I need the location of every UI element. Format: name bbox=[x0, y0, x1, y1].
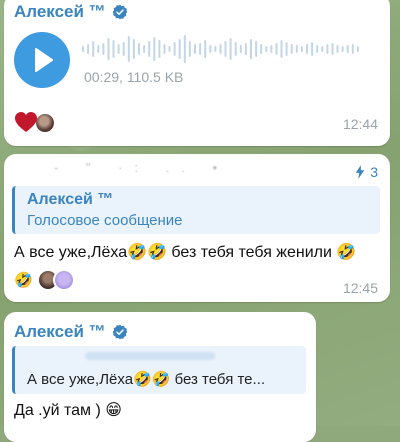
waveform-bar bbox=[122, 42, 125, 56]
waveform-bar bbox=[97, 45, 100, 53]
verified-badge-icon bbox=[112, 324, 128, 340]
waveform-bar bbox=[290, 44, 293, 54]
play-icon bbox=[35, 48, 53, 72]
waveform-bar bbox=[300, 46, 303, 52]
message-time: 12:44 bbox=[342, 116, 378, 132]
waveform-bar bbox=[295, 45, 298, 53]
sender-name[interactable]: Алексей ™ bbox=[14, 2, 128, 22]
reactions-row[interactable]: 🤣 bbox=[14, 269, 75, 291]
reaction-rofl[interactable]: 🤣 bbox=[14, 271, 33, 289]
waveform-bar bbox=[316, 45, 319, 53]
waveform-bar bbox=[321, 46, 324, 52]
waveform-bar bbox=[229, 38, 232, 60]
reply-count[interactable]: 3 bbox=[354, 164, 378, 180]
waveform-bar bbox=[107, 38, 110, 60]
waveform-bar bbox=[102, 43, 105, 55]
waveform-bar bbox=[260, 44, 263, 54]
waveform-bar bbox=[87, 44, 90, 54]
voice-duration-size: 00:29, 110.5 KB bbox=[84, 69, 184, 85]
reaction-heart[interactable] bbox=[14, 111, 40, 135]
voice-message-bubble[interactable]: Алексей ™ 00:29, 110.5 KB 12:44 bbox=[4, 0, 390, 146]
voice-waveform[interactable] bbox=[82, 34, 362, 64]
waveform-bar bbox=[280, 40, 283, 58]
reply-quote[interactable]: Алексей ™ Голосовое сообщение bbox=[12, 186, 380, 234]
message-text: Да .уй там ) 😁 bbox=[14, 402, 122, 419]
waveform-bar bbox=[204, 40, 207, 58]
waveform-bar bbox=[82, 46, 84, 52]
waveform-bar bbox=[112, 40, 115, 58]
waveform-bar bbox=[311, 42, 314, 56]
waveform-bar bbox=[244, 43, 247, 55]
waveform-bar bbox=[351, 44, 354, 54]
waveform-bar bbox=[270, 45, 273, 53]
reactions-row[interactable] bbox=[14, 111, 56, 135]
waveform-bar bbox=[265, 46, 268, 52]
waveform-bar bbox=[132, 39, 135, 59]
waveform-bar bbox=[285, 42, 288, 56]
message-time: 12:45 bbox=[342, 280, 378, 296]
waveform-bar bbox=[178, 39, 181, 59]
waveform-bar bbox=[356, 46, 359, 52]
message-bubble[interactable]: Алексей ™ А все уже,Лёха🤣🤣 без тебя те..… bbox=[4, 312, 316, 442]
play-button[interactable] bbox=[14, 32, 70, 88]
waveform-bar bbox=[127, 36, 130, 62]
reply-quote[interactable]: А все уже,Лёха🤣🤣 без тебя те... bbox=[12, 346, 306, 394]
waveform-bar bbox=[255, 41, 258, 57]
reaction-avatar-purple[interactable] bbox=[52, 269, 75, 291]
waveform-bar bbox=[214, 46, 217, 52]
waveform-bar bbox=[117, 44, 120, 54]
forward-lightning-icon bbox=[355, 165, 365, 179]
waveform-bar bbox=[239, 45, 242, 53]
waveform-bar bbox=[224, 41, 227, 57]
waveform-bar bbox=[341, 46, 344, 52]
waveform-bar bbox=[336, 45, 339, 53]
quote-text: Голосовое сообщение bbox=[27, 212, 183, 229]
waveform-bar bbox=[234, 42, 237, 56]
waveform-bar bbox=[326, 44, 329, 54]
waveform-bar bbox=[275, 43, 278, 55]
waveform-bar bbox=[346, 45, 349, 53]
waveform-bar bbox=[250, 39, 252, 59]
heart-icon bbox=[15, 112, 37, 132]
waveform-bar bbox=[306, 44, 308, 54]
waveform-bar bbox=[168, 46, 171, 52]
waveform-bar bbox=[219, 44, 222, 54]
reply-message-bubble[interactable]: - " ·: .. • 3 Алексей ™ Голосовое сообще… bbox=[4, 154, 390, 302]
waveform-bar bbox=[143, 45, 146, 53]
waveform-bar bbox=[158, 40, 161, 58]
waveform-bar bbox=[194, 44, 196, 54]
waveform-bar bbox=[188, 41, 191, 57]
blurred-header: - " ·: .. • bbox=[54, 160, 230, 175]
waveform-bar bbox=[148, 41, 151, 57]
message-text: А все уже,Лёха🤣🤣 без тебя тебя женили 🤣 bbox=[14, 244, 357, 261]
quote-text: А все уже,Лёха🤣🤣 без тебя те... bbox=[27, 371, 266, 388]
waveform-bar bbox=[138, 43, 140, 55]
waveform-bar bbox=[163, 44, 166, 54]
verified-badge-icon bbox=[112, 4, 128, 20]
waveform-bar bbox=[153, 37, 156, 61]
waveform-bar bbox=[92, 41, 95, 57]
waveform-bar bbox=[199, 43, 202, 55]
sender-name[interactable]: Алексей ™ bbox=[14, 322, 128, 342]
waveform-bar bbox=[173, 42, 176, 56]
quote-sender: Алексей ™ bbox=[27, 191, 114, 208]
waveform-bar bbox=[209, 45, 212, 53]
waveform-bar bbox=[331, 43, 334, 55]
blurred-quote-header bbox=[85, 352, 215, 360]
waveform-bar bbox=[183, 35, 186, 63]
